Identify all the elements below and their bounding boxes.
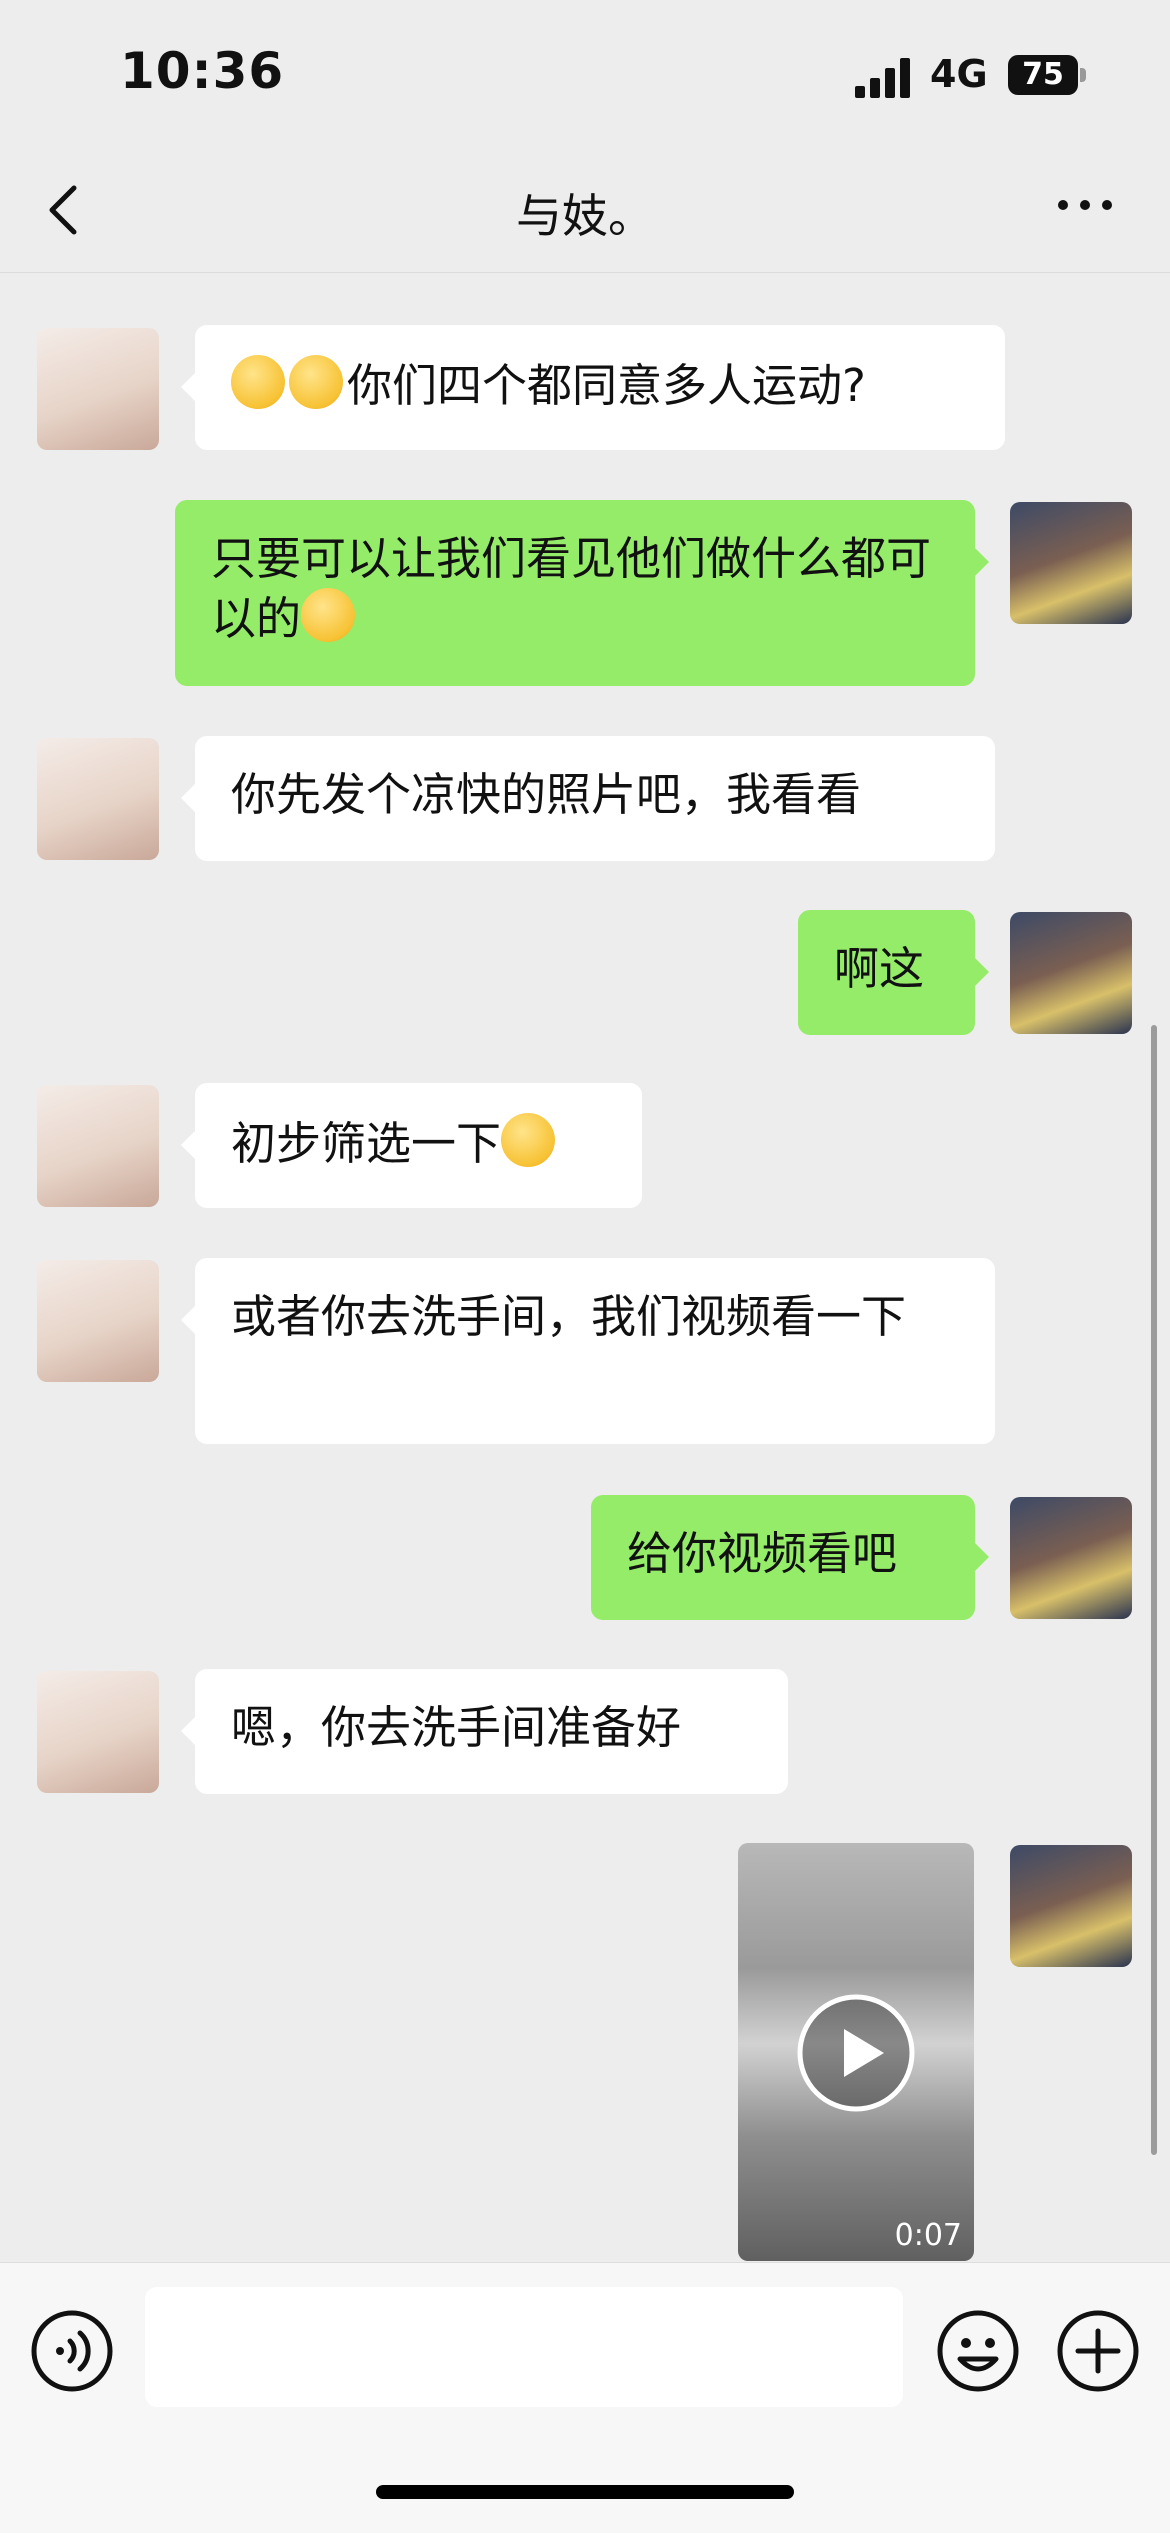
message-bubble-incoming[interactable]: 或者你去洗手间，我们视频看一下 [181,1258,995,1444]
contact-avatar[interactable] [37,328,159,450]
signal-icon [855,58,910,98]
message-bubble-incoming[interactable]: 嗯，你去洗手间准备好 [181,1669,788,1794]
my-avatar[interactable] [1010,1845,1132,1967]
nav-bar: 与妓。 [0,150,1170,273]
pleading-emoji-icon [301,588,356,642]
message-bubble-incoming[interactable]: 你先发个凉快的照片吧，我看看 [181,736,995,861]
my-avatar[interactable] [1010,1497,1132,1619]
message-text: 你们四个都同意多人运动? [347,359,866,412]
scrollbar[interactable] [1151,1025,1157,2155]
contact-avatar[interactable] [37,1260,159,1382]
voice-icon[interactable] [30,2309,114,2393]
contact-avatar[interactable] [37,1085,159,1207]
message-bubble-incoming[interactable]: 初步筛选一下 [181,1083,642,1208]
more-horizontal-icon[interactable] [1055,190,1115,220]
video-duration: 0:07 [894,2218,962,2253]
message-input[interactable] [145,2287,903,2407]
battery-icon: 75 [1008,55,1088,95]
message-bubble-outgoing[interactable]: 啊这 [798,910,989,1035]
crying-emoji-icon [289,355,343,409]
message-bubble-incoming[interactable]: 你们四个都同意多人运动? [181,325,1005,450]
crying-emoji-icon [231,355,285,409]
my-avatar[interactable] [1010,502,1132,624]
chat-title: 与妓。 [516,189,654,243]
message-text: 给你视频看吧 [627,1527,898,1580]
battery-level: 75 [1008,55,1078,95]
plus-circle-icon[interactable] [1056,2309,1140,2393]
message-bubble-outgoing[interactable]: 给你视频看吧 [591,1495,989,1620]
message-text: 或者你去洗手间，我们视频看一下 [231,1290,907,1343]
video-message[interactable]: 0:07 [738,1843,974,2261]
home-indicator [376,2485,794,2499]
message-bubble-outgoing[interactable]: 只要可以让我们看见他们做什么都可以的 [175,500,989,686]
contact-avatar[interactable] [37,1671,159,1793]
status-bar: 10:36 4G 75 [0,0,1170,150]
message-text: 嗯，你去洗手间准备好 [231,1701,682,1754]
smiley-icon[interactable] [936,2309,1020,2393]
status-time: 10:36 [120,42,285,100]
contact-avatar[interactable] [37,738,159,860]
message-text: 啊这 [834,942,925,995]
message-text: 你先发个凉快的照片吧，我看看 [231,768,862,821]
my-avatar[interactable] [1010,912,1132,1034]
network-type: 4G [930,52,988,96]
grinning-emoji-icon [501,1113,556,1167]
input-bar [0,2262,1170,2533]
play-icon[interactable] [796,1993,916,2113]
message-text: 初步筛选一下 [231,1117,502,1170]
